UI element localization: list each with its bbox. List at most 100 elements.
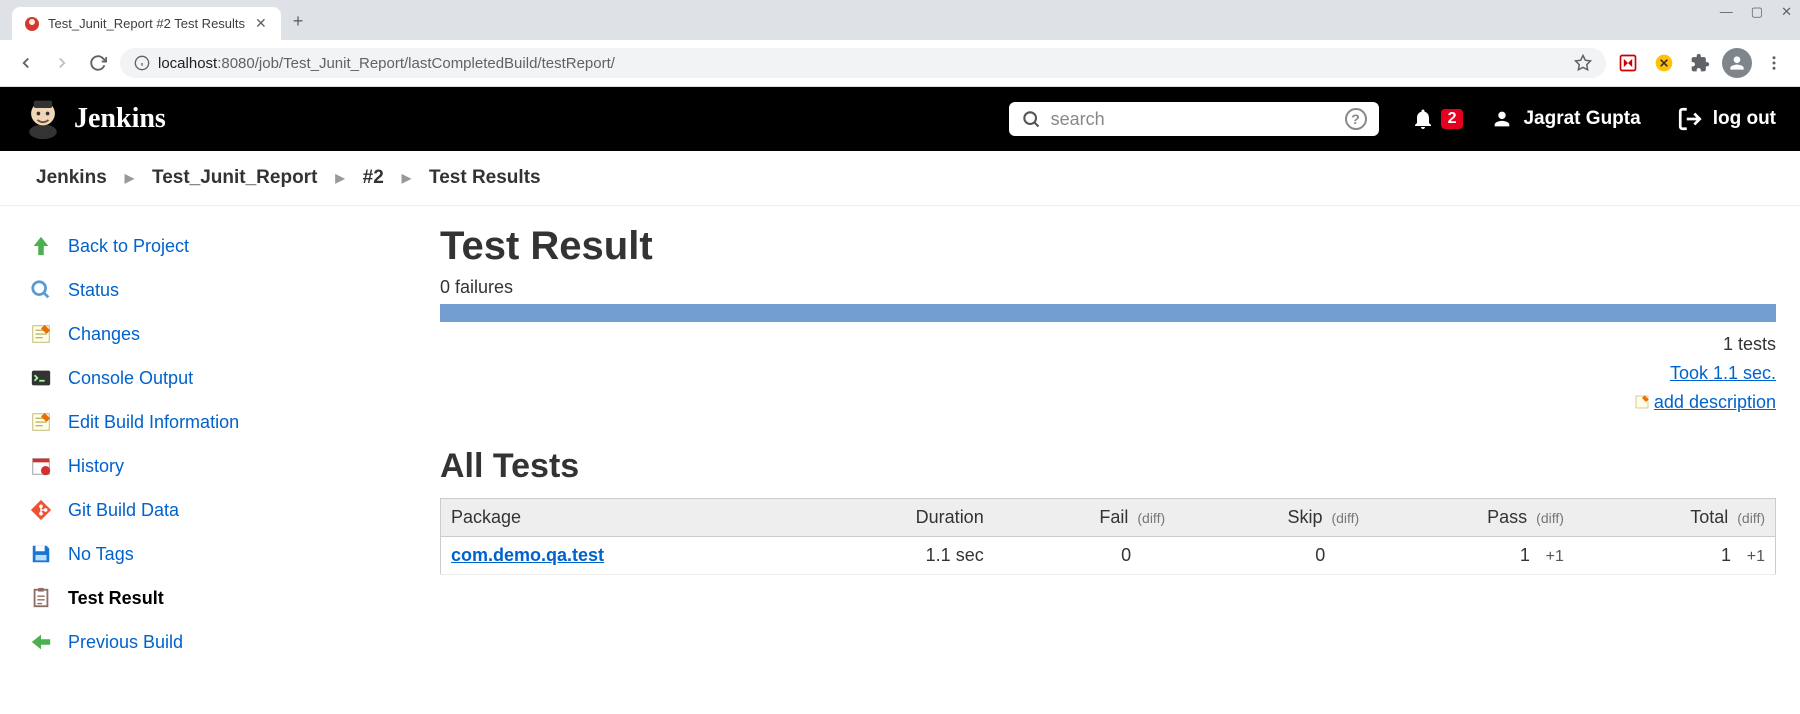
cell-duration: 1.1 sec [808,536,994,574]
extension-mcafee-icon[interactable] [1614,49,1642,77]
sidebar-item-label: History [68,456,124,477]
new-tab-button[interactable]: + [281,3,316,40]
sidebar-item-console-output[interactable]: Console Output [20,356,440,400]
breadcrumb: Jenkins ▶ Test_Junit_Report ▶ #2 ▶ Test … [0,151,1800,206]
breadcrumb-item[interactable]: Test Results [429,167,541,189]
jenkins-logo-text: Jenkins [74,103,166,135]
all-tests-heading: All Tests [440,447,1776,486]
bookmark-star-icon[interactable] [1574,54,1592,72]
browser-menu-icon[interactable] [1760,49,1788,77]
extension-shield-icon[interactable] [1650,49,1678,77]
git-icon [28,497,54,523]
search-icon [1021,109,1041,129]
package-link[interactable]: com.demo.qa.test [451,545,604,565]
sidebar-item-label: Previous Build [68,632,183,653]
site-info-icon[interactable] [134,55,150,71]
tab-title: Test_Junit_Report #2 Test Results [48,16,245,31]
user-name: Jagrat Gupta [1523,108,1640,130]
sidebar-item-test-result[interactable]: Test Result [20,576,440,620]
terminal-icon [28,365,54,391]
cell-fail: 0 [994,536,1175,574]
notifications-button[interactable]: 2 [1411,107,1464,131]
sidebar-item-label: Status [68,280,119,301]
browser-chrome: — ▢ ✕ Test_Junit_Report #2 Test Results … [0,0,1800,87]
logout-icon [1677,106,1703,132]
breadcrumb-separator-icon: ▶ [125,171,134,185]
magnifier-icon [28,277,54,303]
breadcrumb-separator-icon: ▶ [402,171,411,185]
sidebar-item-edit-build-information[interactable]: Edit Build Information [20,400,440,444]
col-duration[interactable]: Duration [808,498,994,536]
notification-count-badge: 2 [1441,109,1464,129]
took-time-link[interactable]: Took 1.1 sec. [1670,363,1776,383]
logout-label: log out [1713,108,1776,130]
sidebar-item-history[interactable]: History [20,444,440,488]
cell-total: 1+1 [1574,536,1776,574]
logout-link[interactable]: log out [1677,106,1776,132]
sidebar-item-label: Git Build Data [68,500,179,521]
tests-table: Package Duration Fail (diff) Skip (diff)… [440,498,1776,575]
col-skip[interactable]: Skip (diff) [1175,498,1369,536]
edit-icon [1634,394,1650,410]
tab-close-icon[interactable]: ✕ [253,15,269,32]
tests-count: 1 tests [440,330,1776,359]
user-link[interactable]: Jagrat Gupta [1491,108,1640,130]
extensions-icon[interactable] [1686,49,1714,77]
reload-button[interactable] [84,49,112,77]
profile-avatar-icon[interactable] [1722,48,1752,78]
window-maximize-icon[interactable]: ▢ [1751,4,1763,20]
bell-icon [1411,107,1435,131]
sidebar-item-no-tags[interactable]: No Tags [20,532,440,576]
result-progress-bar [440,304,1776,322]
clipboard-icon [28,585,54,611]
sidebar-item-status[interactable]: Status [20,268,440,312]
jenkins-header: Jenkins ? 2 Jagrat Gupta log out [0,87,1800,151]
search-input[interactable] [1051,109,1335,130]
up-arrow-icon [28,233,54,259]
sidebar-item-label: Back to Project [68,236,189,257]
page-title: Test Result [440,224,1776,269]
sidebar: Back to Project Status Changes Console O… [0,206,440,682]
search-help-icon[interactable]: ? [1345,108,1367,130]
forward-button[interactable] [48,49,76,77]
address-bar[interactable]: localhost:8080/job/Test_Junit_Report/las… [120,48,1606,78]
jenkins-favicon-icon [24,16,40,32]
sidebar-item-label: No Tags [68,544,134,565]
jenkins-logo[interactable]: Jenkins [24,97,166,141]
breadcrumb-item[interactable]: Test_Junit_Report [152,167,317,189]
browser-tab[interactable]: Test_Junit_Report #2 Test Results ✕ [12,7,281,40]
sidebar-item-git-build-data[interactable]: Git Build Data [20,488,440,532]
col-pass[interactable]: Pass (diff) [1369,498,1574,536]
back-button[interactable] [12,49,40,77]
sidebar-item-previous-build[interactable]: Previous Build [20,620,440,664]
col-fail[interactable]: Fail (diff) [994,498,1175,536]
search-box[interactable]: ? [1009,102,1379,136]
notepad-pencil-icon [28,409,54,435]
main-content: Test Result 0 failures 1 tests Took 1.1 … [440,206,1800,682]
window-close-icon[interactable]: ✕ [1781,4,1792,20]
cell-skip: 0 [1175,536,1369,574]
sidebar-item-back-to-project[interactable]: Back to Project [20,224,440,268]
sidebar-item-label: Console Output [68,368,193,389]
sidebar-item-label: Changes [68,324,140,345]
left-arrow-icon [28,629,54,655]
user-icon [1491,108,1513,130]
add-description-link[interactable]: add description [1654,388,1776,417]
sidebar-item-changes[interactable]: Changes [20,312,440,356]
breadcrumb-separator-icon: ▶ [335,171,344,185]
calendar-icon [28,453,54,479]
sidebar-item-label: Edit Build Information [68,412,239,433]
jenkins-logo-icon [24,97,62,141]
notepad-icon [28,321,54,347]
failures-text: 0 failures [440,277,1776,298]
table-row: com.demo.qa.test 1.1 sec 0 0 1+1 1+1 [441,536,1776,574]
window-minimize-icon[interactable]: — [1720,4,1733,20]
breadcrumb-item[interactable]: #2 [363,167,384,189]
breadcrumb-item[interactable]: Jenkins [36,167,107,189]
col-package[interactable]: Package [441,498,808,536]
col-total[interactable]: Total (diff) [1574,498,1776,536]
sidebar-item-label: Test Result [68,588,164,609]
url-text: localhost:8080/job/Test_Junit_Report/las… [158,55,615,72]
save-disk-icon [28,541,54,567]
cell-pass: 1+1 [1369,536,1574,574]
